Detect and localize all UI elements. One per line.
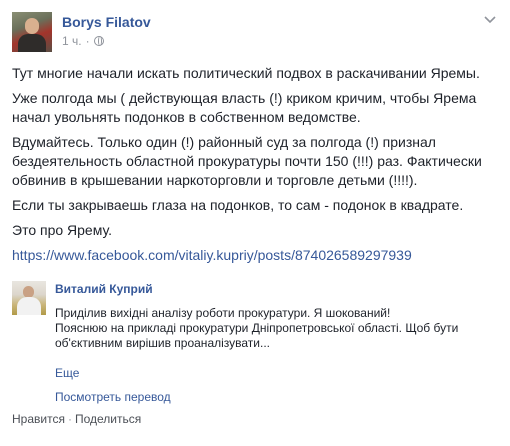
meta-separator: · [85, 34, 90, 48]
post-link[interactable]: https://www.facebook.com/vitaliy.kupriy/… [12, 247, 412, 263]
post-actions: Нравится · Поделиться [12, 412, 141, 426]
author-avatar[interactable] [12, 12, 52, 52]
share-button[interactable]: Поделиться [75, 412, 141, 426]
post-meta: 1 ч. · [62, 34, 104, 48]
shared-text-line: Пояснюю на прикладі прокуратури Дніпропе… [55, 321, 459, 335]
shared-text-line: об'єктивним вирішив проаналізувати... [55, 336, 270, 350]
post-paragraph: Вдумайтесь. Только один (!) районный суд… [12, 134, 482, 188]
shared-author-avatar[interactable] [12, 281, 46, 315]
chevron-down-icon[interactable] [482, 14, 498, 26]
action-separator: · [67, 412, 72, 426]
shared-post-text: Приділив вихідні аналізу роботи прокурат… [55, 306, 495, 351]
post-paragraph: Если ты закрываешь глаза на подонков, то… [12, 197, 464, 213]
globe-icon[interactable] [93, 36, 104, 46]
post-paragraph: Тут многие начали искать политический по… [12, 65, 480, 81]
post-paragraph: Уже полгода мы ( действующая власть (!) … [12, 90, 477, 125]
shared-text-line: Приділив вихідні аналізу роботи прокурат… [55, 306, 391, 320]
like-button[interactable]: Нравится [12, 412, 65, 426]
see-translation-link[interactable]: Посмотреть перевод [55, 390, 171, 404]
post-timestamp[interactable]: 1 ч. [62, 34, 82, 48]
post-link-paragraph: https://www.facebook.com/vitaliy.kupriy/… [12, 246, 498, 265]
post-body: Тут многие начали искать политический по… [12, 64, 498, 271]
post-paragraph: Это про Ярему. [12, 222, 112, 238]
post-header: Borys Filatov 1 ч. · [12, 12, 498, 52]
facebook-post: Borys Filatov 1 ч. · Тут многие начали и… [0, 0, 510, 446]
author-name[interactable]: Borys Filatov [62, 14, 151, 30]
shared-author-name[interactable]: Виталий Куприй [55, 282, 153, 296]
see-more-link[interactable]: Еще [55, 366, 79, 380]
